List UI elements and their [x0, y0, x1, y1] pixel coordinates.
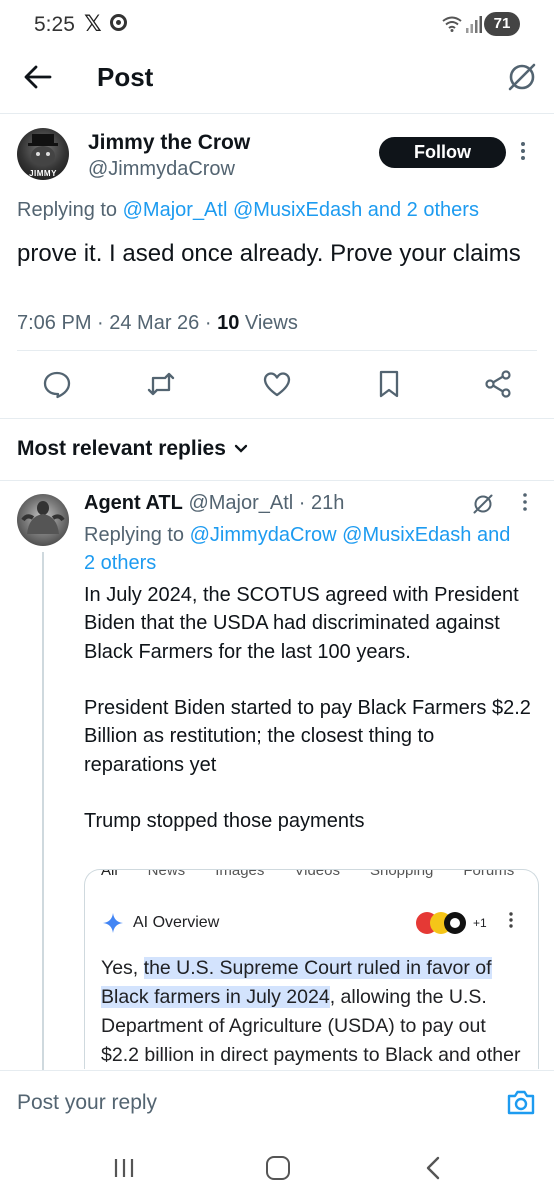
- follow-button[interactable]: Follow: [379, 137, 506, 168]
- notification-icon: [110, 14, 127, 31]
- signal-icon: [466, 16, 482, 33]
- status-bar: 5:25 𝕏 71: [0, 0, 554, 50]
- reply-author-avatar[interactable]: [17, 494, 69, 546]
- reply-input[interactable]: Post your reply: [17, 1091, 157, 1115]
- header-divider: [0, 113, 554, 114]
- reply-image[interactable]: All News Images Videos Shopping Forums A…: [84, 869, 539, 1069]
- author-handle[interactable]: @JimmydaCrow: [88, 158, 235, 181]
- reply-icon[interactable]: [42, 369, 72, 399]
- back-arrow-icon[interactable]: [22, 62, 54, 92]
- replying-mentions-link[interactable]: @Major_Atl @MusixEdash and 2 others: [123, 199, 479, 221]
- post-text: prove it. I ased once already. Prove you…: [17, 240, 521, 267]
- status-time: 5:25: [34, 13, 75, 36]
- views-count: 10: [217, 312, 240, 334]
- more-options-icon: [509, 912, 513, 928]
- post-meta: 7:06 PM · 24 Mar 26 · 10 Views: [17, 312, 298, 335]
- repost-icon[interactable]: [146, 369, 176, 399]
- grok-icon[interactable]: [505, 60, 539, 94]
- grok-icon[interactable]: [471, 492, 495, 516]
- home-icon[interactable]: [266, 1156, 290, 1180]
- share-icon[interactable]: [483, 369, 513, 399]
- more-options-icon[interactable]: [512, 140, 534, 162]
- tab-news: News: [147, 869, 186, 879]
- camera-icon[interactable]: [506, 1088, 536, 1116]
- battery-indicator: 71: [484, 12, 520, 36]
- replying-to: Replying to @Major_Atl @MusixEdash and 2…: [17, 199, 479, 222]
- reply-text: In July 2024, the SCOTUS agreed with Pre…: [84, 584, 531, 833]
- like-icon[interactable]: [262, 369, 292, 399]
- recent-apps-icon[interactable]: [113, 1157, 135, 1179]
- post-timestamp[interactable]: 7:06 PM · 24 Mar 26 ·: [17, 312, 217, 334]
- thread-line: [42, 552, 44, 1072]
- ai-overview-label: AI Overview: [133, 914, 220, 931]
- search-tabs: All News Images Videos Shopping Forums: [101, 869, 538, 879]
- ai-sparkle-icon: [103, 913, 123, 933]
- sources-more: +1: [473, 916, 487, 930]
- x-logo-icon: 𝕏: [84, 11, 102, 36]
- author-name[interactable]: Jimmy the Crow: [88, 131, 250, 155]
- ai-overview-text: Yes, the U.S. Supreme Court ruled in fav…: [101, 954, 521, 1069]
- reply-author-handle[interactable]: @Major_Atl · 21h: [188, 492, 344, 514]
- tab-forums: Forums: [463, 869, 515, 879]
- more-options-icon[interactable]: [514, 490, 536, 514]
- reply-header: Agent ATL @Major_Atl · 21h: [84, 492, 344, 515]
- source-favicons: [416, 912, 466, 934]
- tab-videos: Videos: [294, 869, 340, 879]
- nav-back-icon[interactable]: [424, 1156, 442, 1180]
- page-title: Post: [97, 62, 154, 92]
- reply-author-name[interactable]: Agent ATL: [84, 492, 183, 514]
- actions-divider: [0, 418, 554, 419]
- views-label: Views: [239, 312, 298, 334]
- replies-sort-dropdown[interactable]: Most relevant replies: [17, 437, 248, 461]
- replying-prefix: Replying to: [17, 199, 123, 221]
- bookmark-icon[interactable]: [374, 369, 404, 399]
- tab-shopping: Shopping: [369, 869, 434, 879]
- author-avatar[interactable]: JIMMY: [17, 128, 69, 180]
- tab-images: Images: [215, 869, 265, 879]
- ai-text-before: Yes,: [101, 957, 144, 979]
- replying-prefix: Replying to: [84, 524, 190, 546]
- chevron-down-icon: [234, 444, 248, 453]
- tab-all: All: [101, 869, 118, 879]
- meta-divider: [17, 350, 537, 351]
- replies-sort-label: Most relevant replies: [17, 437, 226, 460]
- avatar-text: JIMMY: [29, 169, 57, 178]
- sort-divider: [0, 480, 554, 481]
- wifi-icon: [442, 16, 462, 32]
- reply-replying-to: Replying to @JimmydaCrow @MusixEdash and…: [84, 521, 524, 577]
